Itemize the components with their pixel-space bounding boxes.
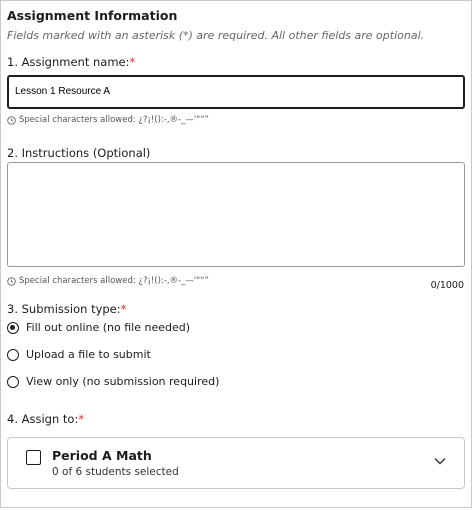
clock-icon xyxy=(7,276,16,286)
submission-type-label-text: 3. Submission type: xyxy=(7,302,121,316)
students-selected-count: 0 of 6 students selected xyxy=(52,466,179,478)
radio-label: Upload a file to submit xyxy=(26,348,151,361)
instructions-label: 2. Instructions (Optional) xyxy=(7,146,151,160)
class-name: Period A Math xyxy=(52,448,152,463)
assignment-name-label: 1. Assignment name:* xyxy=(7,55,135,69)
required-note: Fields marked with an asterisk (*) are r… xyxy=(7,29,425,42)
instructions-hint-text: Special characters allowed: ¿?¡!():-,®-_… xyxy=(19,276,209,286)
radio-label: Fill out online (no file needed) xyxy=(26,321,191,334)
required-asterisk: * xyxy=(120,302,127,316)
radio-button[interactable] xyxy=(7,321,19,334)
radio-option-view-only[interactable]: View only (no submission required) xyxy=(7,375,219,388)
required-asterisk: * xyxy=(129,55,136,69)
instructions-hint: Special characters allowed: ¿?¡!():-,®-_… xyxy=(7,276,209,286)
character-counter: 0/1000 xyxy=(430,280,464,291)
class-checkbox[interactable] xyxy=(26,450,41,465)
assignment-name-hint-text: Special characters allowed: ¿?¡!():-,®-_… xyxy=(19,115,209,125)
assign-to-label-text: 4. Assign to: xyxy=(7,412,79,426)
radio-label: View only (no submission required) xyxy=(26,375,220,388)
clock-icon xyxy=(7,115,16,125)
submission-type-label: 3. Submission type:* xyxy=(7,302,126,316)
radio-option-upload-file[interactable]: Upload a file to submit xyxy=(7,348,151,361)
chevron-down-icon[interactable] xyxy=(434,457,446,465)
instructions-textarea[interactable] xyxy=(7,162,465,267)
assignment-name-label-text: 1. Assignment name: xyxy=(7,55,130,69)
radio-button[interactable] xyxy=(7,348,19,361)
section-title: Assignment Information xyxy=(7,8,178,23)
assignment-name-input[interactable]: Lesson 1 Resource A xyxy=(7,75,465,109)
radio-button[interactable] xyxy=(7,375,19,388)
radio-option-fill-online[interactable]: Fill out online (no file needed) xyxy=(7,321,190,334)
class-selector-card[interactable]: Period A Math 0 of 6 students selected xyxy=(7,437,465,489)
assign-to-label: 4. Assign to:* xyxy=(7,412,84,426)
assignment-name-hint: Special characters allowed: ¿?¡!():-,®-_… xyxy=(7,115,209,125)
required-asterisk: * xyxy=(78,412,85,426)
